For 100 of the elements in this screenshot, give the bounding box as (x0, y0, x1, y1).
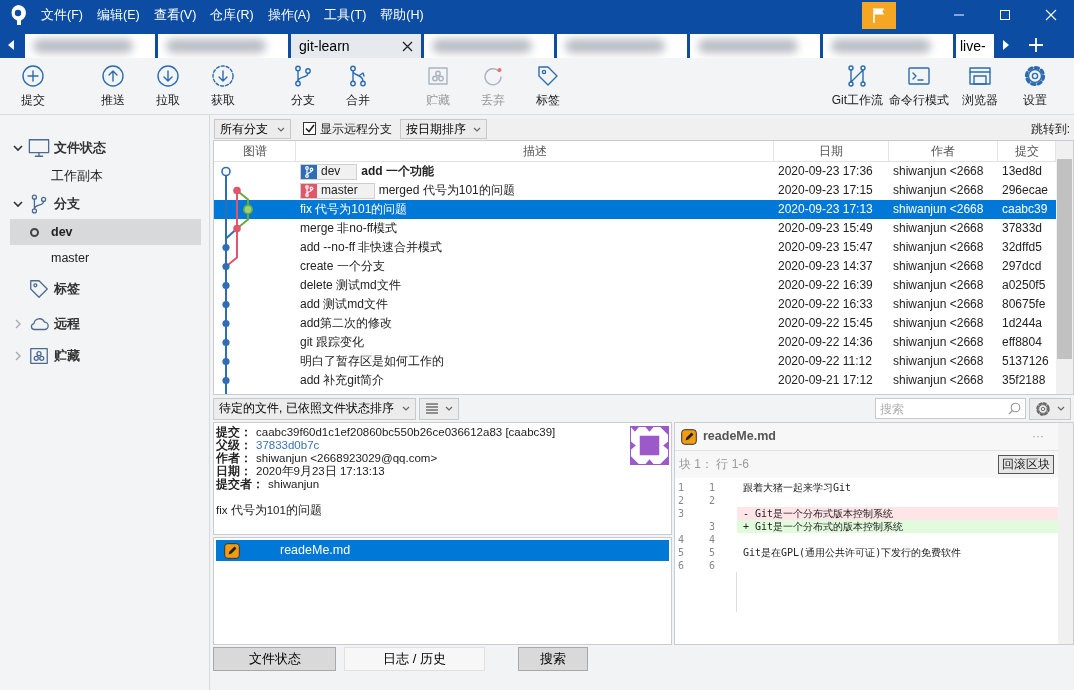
view-tab[interactable]: 搜索 (518, 647, 588, 671)
field-label: 提交者： (216, 478, 264, 490)
scroll-left-icon[interactable] (7, 40, 15, 50)
commit-row[interactable]: fix 代号为101的问题 2020-09-23 17:13 shiwanjun <2668 caabc39 (214, 200, 1056, 219)
menu-item[interactable]: 文件(F) (34, 7, 90, 23)
commit-row[interactable]: master merged 代号为101的问题 2020-09-23 17:15 shiwanjun <2668 296ecae (214, 181, 1056, 200)
settings-dropdown[interactable] (1029, 397, 1071, 420)
document-tab[interactable] (25, 34, 155, 58)
table-cell-text: 2020-09-22 15:45 (777, 316, 874, 331)
view-tab[interactable]: 文件状态 (213, 647, 336, 671)
close-icon[interactable] (402, 40, 413, 52)
file-sort-dropdown[interactable]: 待定的文件, 已依照文件状态排序 (213, 397, 416, 420)
chevron-down-icon[interactable] (12, 198, 24, 210)
branch-filter-dropdown[interactable]: 所有分支 (214, 119, 291, 139)
file-row[interactable]: readeMe.md (216, 540, 669, 561)
toolbar-button[interactable]: 拉取 (140, 58, 195, 114)
commit-row[interactable]: delete 测试md文件 2020-09-22 16:39 shiwanjun <2668 a0250f5 (214, 276, 1056, 295)
checkbox[interactable] (303, 122, 316, 136)
menu-item[interactable]: 工具(T) (317, 7, 374, 23)
section-title[interactable]: 远程 (54, 315, 80, 332)
menu-item[interactable]: 仓库(R) (203, 7, 261, 23)
table-cell-text: shiwanjun <2668 (892, 202, 985, 217)
maximize-icon[interactable] (999, 9, 1011, 21)
line-number: 6 (706, 559, 737, 572)
avatar-icon (630, 426, 669, 465)
discard-hunk-button[interactable]: 回滚区块 (998, 455, 1054, 474)
table-cell-text: shiwanjun <2668 (892, 354, 985, 369)
table-cell-text: 35f2188 (1001, 373, 1047, 388)
flag-button[interactable] (862, 1, 896, 29)
parent-link[interactable]: 37833d0b7c (256, 439, 320, 451)
checkbox-label[interactable]: 显示远程分支 (320, 121, 392, 137)
column-header[interactable]: 日期 (774, 141, 889, 161)
document-tab[interactable] (690, 34, 820, 58)
column-header[interactable]: 图谱 (214, 141, 296, 161)
view-mode-dropdown[interactable] (419, 397, 459, 420)
menu-item[interactable]: 编辑(E) (89, 7, 147, 23)
commit-row[interactable]: merge 非no-ff模式 2020-09-23 15:49 shiwanjun <2668 37833d (214, 219, 1056, 238)
table-cell-text: 5137126 (1001, 354, 1050, 369)
column-header[interactable]: 作者 (889, 141, 998, 161)
document-tab[interactable]: live- (956, 34, 994, 58)
commit-row[interactable]: add 补充git简介 2020-09-21 17:12 shiwanjun <2668 35f2188 (214, 371, 1056, 390)
commit-message: merged 代号为101的问题 (378, 183, 515, 198)
commit-message: add 一个功能 (361, 164, 435, 179)
commit-message: merge 非no-ff模式 (300, 221, 398, 236)
section-title[interactable]: 分支 (54, 196, 80, 212)
column-header[interactable]: 描述 (296, 141, 774, 161)
commit-message: fix 代号为101的问题 (216, 504, 323, 517)
code-line: - Git是一个分布式版本控制系统 (742, 507, 894, 520)
toolbar-button[interactable]: 合并 (330, 58, 385, 114)
table-cell-text: 2020-09-21 17:12 (777, 373, 874, 388)
commit-row[interactable]: add --no-ff 非快速合并模式 2020-09-23 15:47 shiwanjun <2668 32dffd5 (214, 238, 1056, 257)
commit-row[interactable]: dev add 一个功能 2020-09-23 17:36 shiwanjun <2668 13ed8d (214, 162, 1056, 181)
commit-row[interactable]: add第二次的修改 2020-09-22 15:45 shiwanjun <2668 1d244a (214, 314, 1056, 333)
toolbar-button[interactable]: Git工作流 (828, 58, 886, 114)
sort-dropdown[interactable]: 按日期排序 (400, 119, 487, 139)
pencil-icon (681, 428, 697, 445)
stash-icon (425, 64, 450, 88)
jump-label: 跳转到: (1030, 121, 1070, 137)
toolbar-button[interactable]: 分支 (275, 58, 330, 114)
code-line: 跟着大猪一起来学习Git (742, 481, 852, 494)
menu-item[interactable]: 查看(V) (146, 7, 204, 23)
terminal-icon (907, 64, 931, 88)
sidebar-item[interactable]: 工作副本 (10, 163, 201, 189)
toolbar-button[interactable]: 浏览器 (952, 58, 1007, 114)
document-tab[interactable] (557, 34, 687, 58)
document-tab[interactable] (823, 34, 953, 58)
toolbar-button[interactable]: 推送 (85, 58, 140, 114)
commit-row[interactable]: create 一个分支 2020-09-23 14:37 shiwanjun <2668 297dcd (214, 257, 1056, 276)
code-line: + Git是一个分布式的版本控制系统 (742, 520, 904, 533)
view-tab[interactable]: 日志 / 历史 (344, 647, 485, 671)
section-title[interactable]: 标签 (54, 280, 80, 297)
table-cell-text: a0250f5 (1001, 278, 1047, 293)
toolbar-button[interactable]: 标签 (520, 58, 575, 114)
document-tab[interactable]: git-learn (291, 34, 421, 58)
scroll-right-icon[interactable] (1002, 40, 1010, 50)
document-tab[interactable] (158, 34, 288, 58)
toolbar-button[interactable]: 提交 (5, 58, 60, 114)
menu-item[interactable]: 帮助(H) (373, 7, 431, 23)
scrollbar[interactable] (1056, 141, 1073, 394)
section-title[interactable]: 文件状态 (54, 140, 106, 156)
scrollbar[interactable] (1058, 423, 1073, 644)
toolbar-button[interactable]: 命令行模式 (886, 58, 952, 114)
caret-icon (277, 126, 285, 132)
sidebar-item[interactable]: dev (10, 219, 201, 245)
search-field[interactable]: 搜索 (875, 398, 1026, 419)
table-cell-text: 2020-09-22 16:39 (777, 278, 874, 293)
document-tab[interactable] (424, 34, 554, 58)
chevron-down-icon[interactable] (12, 142, 24, 154)
table-cell-text: 2020-09-23 14:37 (777, 259, 874, 274)
add-tab-icon[interactable] (1028, 37, 1044, 53)
branch-tag[interactable]: master (300, 182, 375, 199)
section-title[interactable]: 贮藏 (54, 348, 80, 364)
commit-row[interactable]: add 测试md文件 2020-09-22 16:33 shiwanjun <2668 80675fe (214, 295, 1056, 314)
commit-row[interactable]: git 跟踪变化 2020-09-22 14:36 shiwanjun <2668 eff8804 (214, 333, 1056, 352)
toolbar-button[interactable]: 设置 (1007, 58, 1062, 114)
branch-tag[interactable]: dev (300, 163, 358, 180)
toolbar-button[interactable]: 获取 (195, 58, 250, 114)
sidebar-item[interactable]: master (10, 245, 201, 271)
commit-row[interactable]: 明白了暂存区是如何工作的 2020-09-22 11:12 shiwanjun <2668 5137126 (214, 352, 1056, 371)
menu-item[interactable]: 操作(A) (260, 7, 318, 23)
